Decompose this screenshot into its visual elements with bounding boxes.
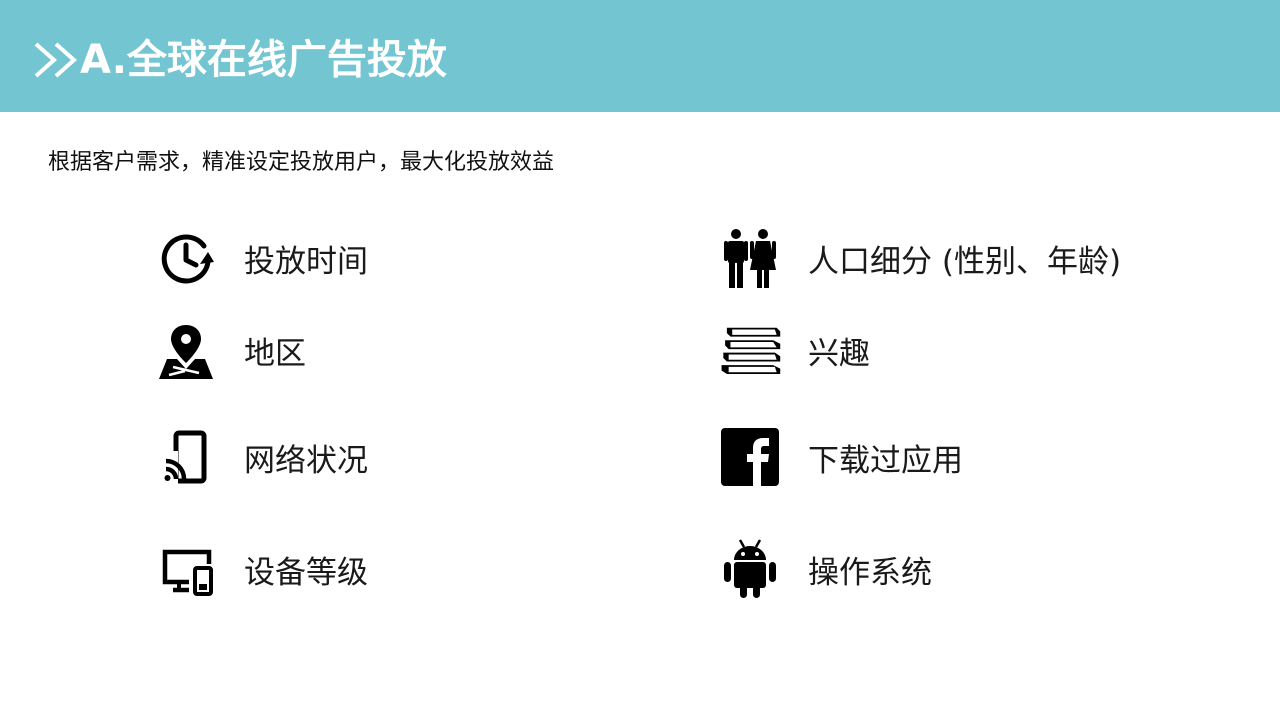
clock-history-icon <box>154 226 218 290</box>
books-icon <box>718 318 782 382</box>
facebook-icon <box>718 425 782 489</box>
header-bar: A.全球在线广告投放 <box>0 0 1280 112</box>
map-pin-icon <box>154 318 218 382</box>
feature-label: 地区 <box>244 336 306 372</box>
devices-icon <box>154 537 218 601</box>
feature-region: 地区 <box>154 318 674 388</box>
feature-label: 兴趣 <box>808 336 870 372</box>
feature-label: 人口细分 (性别、年龄) <box>808 244 1122 280</box>
feature-label: 操作系统 <box>808 555 932 591</box>
feature-interests: 兴趣 <box>718 318 1238 388</box>
android-icon <box>718 537 782 601</box>
feature-operating-system: 操作系统 <box>718 537 1238 607</box>
feature-schedule-time: 投放时间 <box>154 226 674 296</box>
cast-signal-icon <box>154 425 218 489</box>
subtitle-text: 根据客户需求，精准设定投放用户，最大化投放效益 <box>48 150 555 175</box>
feature-label: 设备等级 <box>244 555 368 591</box>
feature-label: 网络状况 <box>244 443 368 479</box>
feature-device-level: 设备等级 <box>154 537 674 607</box>
feature-demographics: 人口细分 (性别、年龄) <box>718 226 1238 296</box>
double-chevron-right-icon <box>34 42 78 78</box>
man-woman-icon <box>718 226 782 290</box>
page-title: A.全球在线广告投放 <box>80 37 447 83</box>
feature-network: 网络状况 <box>154 425 674 495</box>
feature-label: 下载过应用 <box>808 443 963 479</box>
feature-label: 投放时间 <box>244 244 368 280</box>
feature-downloaded-apps: 下载过应用 <box>718 425 1238 495</box>
